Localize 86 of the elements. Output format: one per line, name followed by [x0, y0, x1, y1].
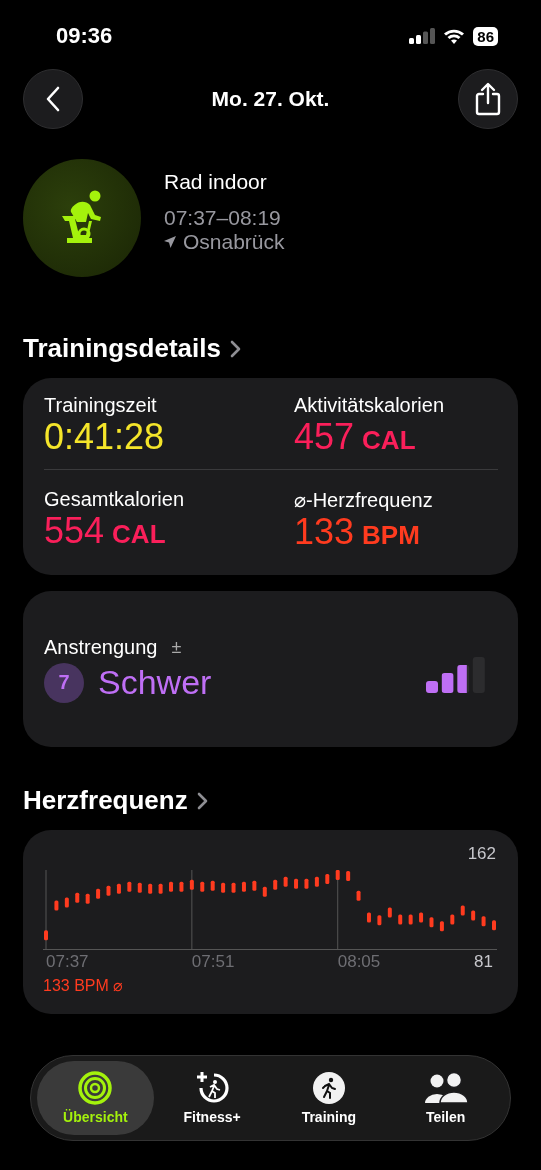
- chevron-icon: [228, 338, 241, 359]
- heart-rate-bar: [189, 880, 194, 890]
- heart-rate-bar: [408, 914, 413, 925]
- metric-value: 457 CAL: [294, 417, 417, 457]
- rings-icon: [78, 1071, 113, 1105]
- min-value-label: 81: [474, 952, 493, 973]
- date-title: Mo. 27. Okt.: [211, 87, 330, 111]
- workout-name: Rad indoor: [164, 170, 268, 194]
- heart-rate-bar: [210, 881, 215, 891]
- heart-rate-bar: [481, 916, 486, 927]
- heart-rate-bar: [64, 897, 69, 908]
- heart-rate-bar: [439, 921, 444, 932]
- runner-plus-icon: [195, 1071, 230, 1105]
- heart-rate-bar: [262, 886, 267, 897]
- runner-icon: [311, 1071, 346, 1105]
- heart-rate-bar: [398, 914, 403, 925]
- chevron-icon: [195, 790, 208, 811]
- heart-rate-bar: [75, 892, 80, 903]
- workout-time: 07:37–08:19: [164, 206, 282, 230]
- heart-rate-bar: [221, 882, 226, 893]
- metric-label: Aktivitätskalorien: [294, 394, 446, 417]
- adjust-symbol: ±: [171, 636, 182, 658]
- heart-rate-bar: [169, 882, 173, 892]
- heart-rate-bar: [325, 874, 330, 885]
- heart-rate-bar: [314, 877, 319, 888]
- heart-rate-bar: [116, 883, 121, 894]
- cyclist-icon: [62, 190, 102, 246]
- effort-rating: Schwer: [98, 663, 212, 703]
- time-label: 07:37: [46, 952, 89, 973]
- status-time: 09:36: [56, 23, 113, 49]
- tab[interactable]: Übersicht: [37, 1061, 154, 1135]
- section-link[interactable]: Trainingsdetails: [23, 333, 241, 364]
- heart-rate-bar: [252, 881, 257, 891]
- heart-rate-bar: [419, 912, 424, 923]
- section-link[interactable]: Herzfrequenz: [23, 785, 208, 817]
- max-value-label: 162: [467, 844, 496, 866]
- heart-rate-bar: [356, 890, 361, 901]
- heart-rate-bar: [346, 871, 351, 882]
- heart-rate-bar: [492, 920, 496, 931]
- metric-value: 133 BPM: [294, 511, 420, 552]
- heart-rate-bar: [137, 882, 142, 893]
- heart-rate-bar: [127, 882, 132, 892]
- heart-rate-bar: [283, 877, 288, 888]
- metric-value: 0:41:28: [44, 417, 166, 457]
- battery-indicator: 86: [473, 26, 498, 46]
- metric-value: 554 CAL: [44, 510, 167, 551]
- workout-location: Osnabrück: [183, 230, 285, 254]
- heart-rate-bar: [335, 870, 340, 881]
- heart-rate-bar: [471, 910, 476, 921]
- metric-label: Gesamtkalorien: [44, 487, 186, 511]
- heart-rate-bar: [377, 915, 382, 926]
- heart-rate-bar: [460, 905, 465, 916]
- heart-rate-bar: [96, 888, 101, 899]
- location-icon: [164, 236, 176, 248]
- effort-score: 7: [44, 662, 84, 703]
- heart-rate-bar: [231, 882, 236, 893]
- heart-rate-bar: [85, 893, 90, 904]
- time-label: 07:51: [191, 952, 235, 973]
- metric-label: Trainingszeit: [44, 394, 158, 417]
- heart-rate-bar: [367, 912, 371, 923]
- heart-rate-bar: [387, 907, 392, 918]
- heart-rate-bar: [429, 917, 434, 928]
- signal-icon: [409, 28, 436, 44]
- share-icon: [474, 82, 502, 116]
- metric-label: ⌀-Herzfrequenz: [294, 487, 434, 512]
- back-icon: [45, 86, 61, 112]
- average-heart-rate: 133 BPM ⌀: [43, 977, 124, 995]
- people-icon: [423, 1071, 468, 1105]
- heart-rate-bar: [106, 885, 111, 896]
- heart-rate-bar: [450, 914, 455, 925]
- heart-rate-bar: [200, 882, 205, 892]
- effort-label: Anstrengung: [44, 635, 158, 659]
- heart-rate-bar: [148, 883, 153, 894]
- heart-rate-bar: [54, 900, 59, 911]
- time-label: 08:05: [337, 952, 381, 973]
- heart-rate-bar: [179, 882, 184, 892]
- wifi-icon: [443, 28, 466, 44]
- tab[interactable]: Fitness+: [153, 1061, 271, 1135]
- tab[interactable]: Teilen: [387, 1061, 504, 1135]
- heart-rate-bar: [304, 879, 309, 889]
- heart-rate-bar: [241, 882, 246, 892]
- heart-rate-bar: [294, 879, 299, 889]
- heart-rate-bar: [158, 883, 163, 894]
- heart-rate-bar: [273, 880, 278, 890]
- heart-rate-bar: [44, 930, 48, 941]
- tab[interactable]: Training: [270, 1061, 388, 1135]
